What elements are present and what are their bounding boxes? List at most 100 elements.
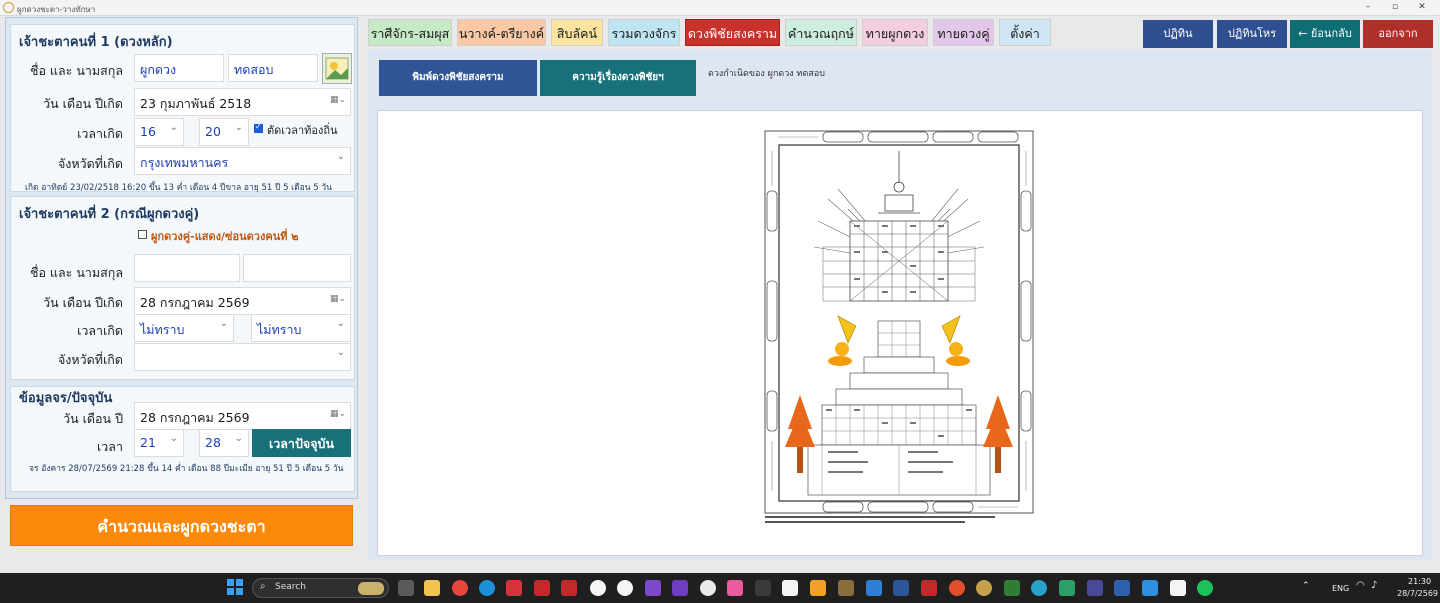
person2-hour-select[interactable]: ไม่ทราบ bbox=[134, 314, 234, 342]
notepad-icon[interactable] bbox=[866, 580, 882, 596]
clock-app-icon-2[interactable] bbox=[617, 580, 633, 596]
tab-couple-prediction[interactable]: ทายดวงคู่ bbox=[933, 19, 994, 46]
app-icon-green[interactable] bbox=[1004, 580, 1020, 596]
local-time-label: ตัดเวลาท้องถิ่น bbox=[267, 124, 338, 137]
chatgpt-icon[interactable] bbox=[700, 580, 716, 596]
person2-last-name-input[interactable] bbox=[243, 254, 351, 282]
calendar-button[interactable]: ปฏิทิน bbox=[1143, 20, 1213, 48]
person2-section: เจ้าชะตาคนที่ 2 (กรณีผูกดวงคู่) ผูกดวงคู… bbox=[10, 196, 355, 380]
minimize-icon[interactable]: – bbox=[1358, 1, 1378, 14]
person2-province-label: จังหวัดที่เกิด bbox=[57, 352, 123, 367]
app-icon-blue[interactable] bbox=[1114, 580, 1130, 596]
window-title-bar: ผูกดวงชะตา-วางทักษา – ▫ ✕ bbox=[0, 0, 1440, 16]
image-viewer-icon[interactable] bbox=[838, 580, 854, 596]
app-icon-sky[interactable] bbox=[1142, 580, 1158, 596]
local-time-checkbox[interactable] bbox=[254, 122, 263, 133]
current-time-button[interactable]: เวลาปัจจุบัน bbox=[252, 429, 351, 457]
visual-studio-icon[interactable] bbox=[645, 580, 661, 596]
chart-preview bbox=[377, 110, 1423, 556]
taskbar-time[interactable]: 21:30 bbox=[1408, 577, 1431, 586]
task-view-icon[interactable] bbox=[398, 580, 414, 596]
person1-first-name-input[interactable]: ผูกดวง bbox=[134, 54, 224, 82]
chart-knowledge-button[interactable]: ความรู้เรื่องดวงพิชัยฯ bbox=[540, 60, 696, 96]
search-highlight-icon bbox=[358, 582, 384, 595]
current-hour-select[interactable]: 21 bbox=[134, 429, 184, 457]
settings-gear-app-icon[interactable] bbox=[810, 580, 826, 596]
person1-name-label: ชื่อ และ นามสกุล bbox=[29, 63, 123, 78]
person1-hour-select[interactable]: 16 bbox=[134, 118, 184, 146]
document-app-icon[interactable] bbox=[782, 580, 798, 596]
current-date-label: วัน เดือน ปี bbox=[63, 411, 123, 426]
tray-chevron-icon[interactable]: ⌃ bbox=[1302, 581, 1310, 591]
word-icon[interactable] bbox=[893, 580, 909, 596]
current-date-picker[interactable]: 28 กรกฎาคม 2569 bbox=[134, 402, 351, 430]
person1-minute-select[interactable]: 20 bbox=[199, 118, 249, 146]
app-icon-dark[interactable] bbox=[755, 580, 771, 596]
thai-app-icon-2[interactable] bbox=[561, 580, 577, 596]
taskbar-search-input[interactable]: ⌕ Search bbox=[252, 578, 389, 598]
person1-birth-info: เกิด อาทิตย์ 23/02/2518 16:20 ขึ้น 13 ค่… bbox=[25, 183, 332, 193]
tab-combined-charts[interactable]: รวมดวงจักร bbox=[608, 19, 680, 46]
person2-province-select[interactable] bbox=[134, 343, 351, 371]
person1-province-select[interactable]: กรุงเทพมหานคร bbox=[134, 147, 351, 175]
app-icon-orange[interactable] bbox=[949, 580, 965, 596]
maximize-icon[interactable]: ▫ bbox=[1385, 1, 1405, 14]
person1-date-label: วัน เดือน ปีเกิด bbox=[43, 96, 123, 111]
edge-icon[interactable] bbox=[479, 580, 495, 596]
back-button[interactable]: ← ย้อนกลับ bbox=[1290, 20, 1360, 48]
vs-code-icon[interactable] bbox=[672, 580, 688, 596]
person1-date-picker[interactable]: 23 กุมภาพันธ์ 2518 bbox=[134, 88, 351, 116]
clock-app-icon[interactable] bbox=[590, 580, 606, 596]
person2-date-picker[interactable]: 28 กรกฎาคม 2569 bbox=[134, 287, 351, 315]
astro-calendar-button[interactable]: ปฏิทินโหร bbox=[1217, 20, 1287, 48]
landscape-image-icon bbox=[325, 57, 349, 80]
tab-phichai-songkhram[interactable]: ดวงพิชัยสงคราม bbox=[685, 19, 780, 46]
search-icon: ⌕ bbox=[260, 581, 266, 592]
content-area: พิมพ์ดวงพิชัยสงคราม ความรู้เรื่องดวงพิชั… bbox=[368, 50, 1433, 560]
wifi-icon[interactable]: ◠ bbox=[1356, 580, 1365, 591]
person1-province-label: จังหวัดที่เกิด bbox=[57, 156, 123, 171]
close-icon[interactable]: ✕ bbox=[1412, 1, 1432, 14]
window-title: ผูกดวงชะตา-วางทักษา bbox=[17, 5, 96, 14]
current-time-label: เวลา bbox=[97, 439, 123, 454]
current-section: ข้อมูลจร/ปัจจุบัน วัน เดือน ปี 28 กรกฎาค… bbox=[10, 386, 355, 492]
app-icon-red[interactable] bbox=[506, 580, 522, 596]
left-panel: เจ้าชะตาคนที่ 1 (ดวงหลัก) ชื่อ และ นามสก… bbox=[5, 17, 358, 499]
app-icon bbox=[3, 2, 14, 13]
tab-zodiac[interactable]: ราศีจักร-สมผุส bbox=[368, 19, 452, 46]
speaker-icon[interactable]: ♪ bbox=[1371, 580, 1377, 591]
photos-icon[interactable] bbox=[727, 580, 743, 596]
print-chart-button[interactable]: พิมพ์ดวงพิชัยสงคราม bbox=[379, 60, 537, 96]
person1-time-label: เวลาเกิด bbox=[77, 126, 123, 141]
browser-icon[interactable] bbox=[1031, 580, 1047, 596]
thai-app-icon-3[interactable] bbox=[921, 580, 937, 596]
file-explorer-icon[interactable] bbox=[424, 580, 440, 596]
tab-auspicious-time[interactable]: คำนวณฤกษ์ bbox=[785, 19, 857, 46]
app-icon-white[interactable] bbox=[1170, 580, 1186, 596]
line-app-icon[interactable] bbox=[1197, 580, 1213, 596]
chrome-icon[interactable] bbox=[452, 580, 468, 596]
photo-picker-button[interactable] bbox=[322, 53, 352, 84]
person1-section: เจ้าชะตาคนที่ 1 (ดวงหลัก) ชื่อ และ นามสก… bbox=[10, 24, 355, 193]
current-minute-select[interactable]: 28 bbox=[199, 429, 249, 457]
tab-settings[interactable]: ตั้งค่า bbox=[999, 19, 1051, 46]
tab-navamsa[interactable]: นวางค์-ตรียางค์ bbox=[457, 19, 546, 46]
exit-button[interactable]: ออกจาก bbox=[1363, 20, 1433, 48]
person2-date-label: วัน เดือน ปีเกิด bbox=[43, 295, 123, 310]
calculate-chart-button[interactable]: คำนวณและผูกดวงชะตา bbox=[10, 505, 353, 546]
person2-minute-select[interactable]: ไม่ทราบ bbox=[251, 314, 351, 342]
network-app-icon[interactable] bbox=[1059, 580, 1075, 596]
windows-start-icon[interactable] bbox=[227, 579, 243, 595]
app-icon-gold[interactable] bbox=[976, 580, 992, 596]
person2-first-name-input[interactable] bbox=[134, 254, 240, 282]
input-language[interactable]: ENG bbox=[1332, 584, 1349, 593]
tab-chart-prediction[interactable]: ทายผูกดวง bbox=[862, 19, 928, 46]
current-info: จร อังคาร 28/07/2569 21:28 ขึ้น 14 ค่ำ เ… bbox=[29, 464, 344, 474]
person1-title: เจ้าชะตาคนที่ 1 (ดวงหลัก) bbox=[19, 35, 173, 50]
tab-ten-lagna[interactable]: สิบลัคน์ bbox=[551, 19, 603, 46]
person1-last-name-input[interactable]: ทดสอบ bbox=[228, 54, 318, 82]
thai-app-icon[interactable] bbox=[534, 580, 550, 596]
pair-chart-checkbox[interactable] bbox=[138, 230, 147, 239]
taskbar-date[interactable]: 28/7/2569 bbox=[1397, 589, 1438, 598]
app-icon-purple[interactable] bbox=[1087, 580, 1103, 596]
